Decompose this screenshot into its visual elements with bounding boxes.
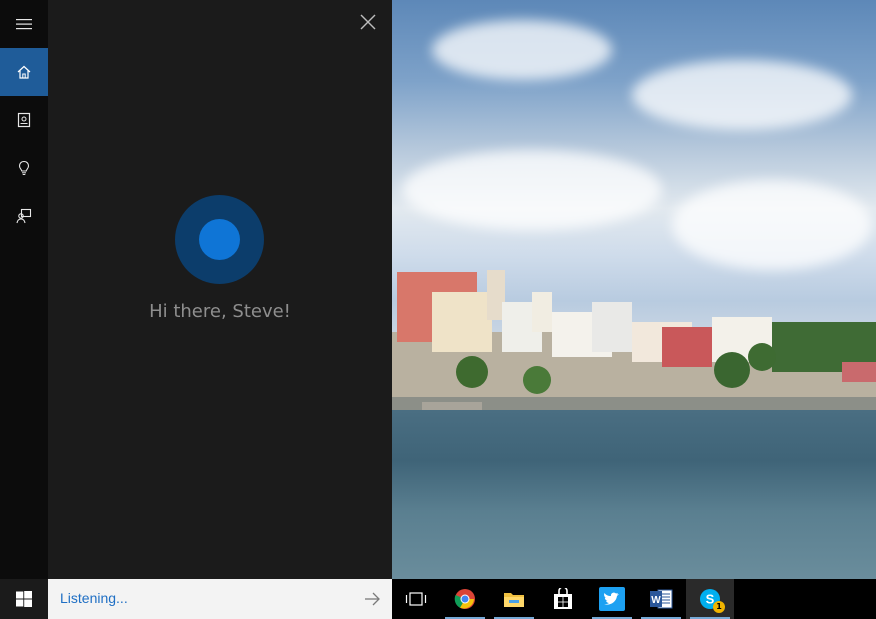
task-view-button[interactable]	[392, 579, 440, 619]
cortana-greeting: Hi there, Steve!	[149, 301, 291, 322]
folder-icon	[504, 593, 524, 607]
feedback-nav-button[interactable]	[0, 192, 48, 240]
store-taskbar-button[interactable]	[539, 579, 587, 619]
store-icon	[554, 588, 572, 609]
start-button[interactable]	[0, 579, 48, 619]
home-nav-button[interactable]	[0, 48, 48, 96]
cortana-search-box[interactable]: Listening...	[48, 579, 392, 619]
harbor-water	[392, 410, 876, 579]
cortana-nav-rail	[0, 0, 48, 579]
cortana-panel: Hi there, Steve!	[48, 0, 392, 579]
notebook-nav-button[interactable]	[0, 96, 48, 144]
twitter-taskbar-button[interactable]	[588, 579, 636, 619]
feedback-icon	[16, 208, 32, 224]
arrow-right-icon[interactable]	[362, 589, 382, 609]
reminders-nav-button[interactable]	[0, 144, 48, 192]
chrome-taskbar-button[interactable]	[441, 579, 489, 619]
task-view-icon	[405, 592, 427, 606]
chrome-icon	[454, 589, 475, 609]
desktop-wallpaper	[392, 0, 876, 579]
hamburger-icon	[16, 19, 32, 30]
twitter-icon	[599, 587, 625, 611]
cortana-logo	[175, 195, 264, 284]
windows-logo-icon	[16, 591, 32, 607]
close-icon	[360, 14, 376, 30]
word-icon: W	[650, 589, 673, 609]
home-icon	[17, 65, 31, 79]
svg-text:W: W	[651, 595, 661, 606]
taskbar: Listening... W S 1	[0, 579, 876, 619]
harbor-town-image	[392, 270, 876, 412]
skype-taskbar-button[interactable]: S 1	[686, 579, 734, 619]
search-status-text: Listening...	[60, 590, 128, 606]
notebook-icon	[17, 112, 31, 128]
lightbulb-icon	[18, 160, 30, 175]
notification-badge: 1	[713, 601, 725, 613]
word-taskbar-button[interactable]: W	[637, 579, 685, 619]
cortana-inner-circle	[199, 219, 240, 260]
file-explorer-taskbar-button[interactable]	[490, 579, 538, 619]
hamburger-menu-button[interactable]	[0, 0, 48, 48]
close-button[interactable]	[356, 10, 380, 34]
